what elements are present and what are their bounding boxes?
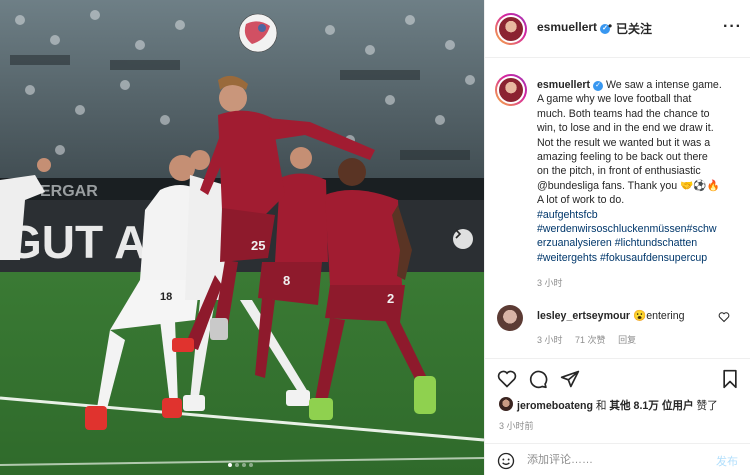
caption-username[interactable]: esmuellert — [537, 79, 590, 91]
comment-like-heart-icon[interactable] — [718, 311, 730, 323]
banner-text-top: ERGAR — [40, 183, 98, 200]
hashtag-link[interactable]: erzuanalysieren #lichtundschatten — [537, 236, 749, 250]
follow-status-button[interactable]: 已关注 — [616, 20, 652, 37]
player-number: 18 — [160, 291, 172, 303]
post-actions: jeromeboateng 和 其他 8.1万 位用户 赞了 3 小时前 发布 — [485, 358, 750, 475]
liker-username[interactable]: jeromeboateng — [517, 400, 593, 412]
carousel-dot — [242, 463, 246, 467]
share-icon[interactable] — [560, 369, 580, 389]
post-timestamp: 3 小时前 — [499, 421, 534, 431]
carousel-indicator — [228, 463, 253, 467]
comment-meta: 3 小时 71 次赞 回复 — [537, 333, 646, 346]
author-username-text[interactable]: esmuellert — [537, 20, 597, 34]
comment-text: 😮entering — [633, 310, 685, 322]
carousel-dot — [249, 463, 253, 467]
player-number: 8 — [283, 273, 290, 288]
comment-icon[interactable] — [528, 369, 548, 389]
football-photo: GUT AU ERGAR 18 8 25 2 — [0, 0, 484, 475]
reply-button[interactable]: 回复 — [618, 335, 636, 345]
caption-line: amazing feeling to be back out there — [537, 151, 708, 164]
likes-others-link[interactable]: 其他 8.1万 位用户 — [609, 400, 693, 412]
more-icon[interactable]: ··· — [723, 18, 742, 36]
comment-time: 3 小时 — [537, 335, 563, 345]
football — [238, 13, 278, 53]
emoji-icon[interactable] — [497, 452, 515, 470]
author-avatar[interactable] — [495, 13, 527, 45]
commenter-username[interactable]: lesley_ertseymour — [537, 310, 630, 322]
chevron-right-icon — [455, 229, 462, 239]
caption-line: on the pitch, in front of enthusiastic — [537, 165, 701, 178]
liker-avatar[interactable] — [499, 397, 513, 411]
caption-line: A lot of work to do. — [537, 194, 625, 207]
caption-line: @bundesliga fans. Thank you 🤝⚽🔥 — [537, 179, 720, 192]
caption-avatar[interactable] — [495, 74, 527, 106]
caption-line: A game why we love football that — [537, 93, 692, 106]
comment-input[interactable] — [527, 451, 697, 469]
add-comment-bar: 发布 — [485, 443, 750, 475]
post-comment-button[interactable]: 发布 — [716, 453, 738, 469]
next-image-button[interactable] — [453, 229, 473, 249]
caption-line: win, to lose and in the end we draw it. — [537, 122, 714, 135]
heart-icon[interactable] — [497, 369, 517, 389]
hashtag-link[interactable]: #werdenwirsoschluckenmüssen#schw — [537, 222, 749, 236]
likes-connector: 和 — [592, 400, 610, 412]
post-media[interactable]: GUT AU ERGAR 18 8 25 2 — [0, 0, 484, 475]
post-header: esmuellert ✓ • 已关注 ··· — [485, 0, 750, 58]
post-caption: esmuellert ✓ We saw a intense game. A gam… — [537, 78, 749, 265]
likes-suffix: 赞了 — [693, 400, 718, 412]
verified-icon: ✓ — [593, 81, 603, 91]
hashtag-link[interactable]: #aufgehtsfcb — [537, 208, 749, 222]
post-panel: esmuellert ✓ • 已关注 ··· esmuellert ✓ We saw… — [484, 0, 750, 475]
header-separator: • — [608, 19, 613, 33]
hashtag-link[interactable]: #weitergehts #fokusaufdensupercup — [537, 251, 749, 265]
carousel-dot — [235, 463, 239, 467]
caption-line: much. Both teams had the chance to — [537, 107, 710, 120]
caption-line: esmuellert ✓ We saw a intense game. — [537, 78, 749, 92]
caption-line: Not the result we wanted but it was a — [537, 136, 711, 149]
author-username[interactable]: esmuellert ✓ — [537, 20, 611, 34]
comment-likes[interactable]: 71 次赞 — [575, 335, 606, 345]
carousel-dot — [228, 463, 232, 467]
player-number: 25 — [251, 238, 265, 253]
player-number: 2 — [387, 291, 394, 306]
caption-timestamp: 3 小时 — [537, 278, 563, 288]
comment: lesley_ertseymour 😮entering — [537, 309, 685, 322]
caption-text: We saw a intense game. — [605, 79, 722, 91]
commenter-avatar[interactable] — [497, 305, 523, 331]
bookmark-icon[interactable] — [721, 369, 739, 389]
likes-summary: jeromeboateng 和 其他 8.1万 位用户 赞了 — [517, 398, 718, 413]
